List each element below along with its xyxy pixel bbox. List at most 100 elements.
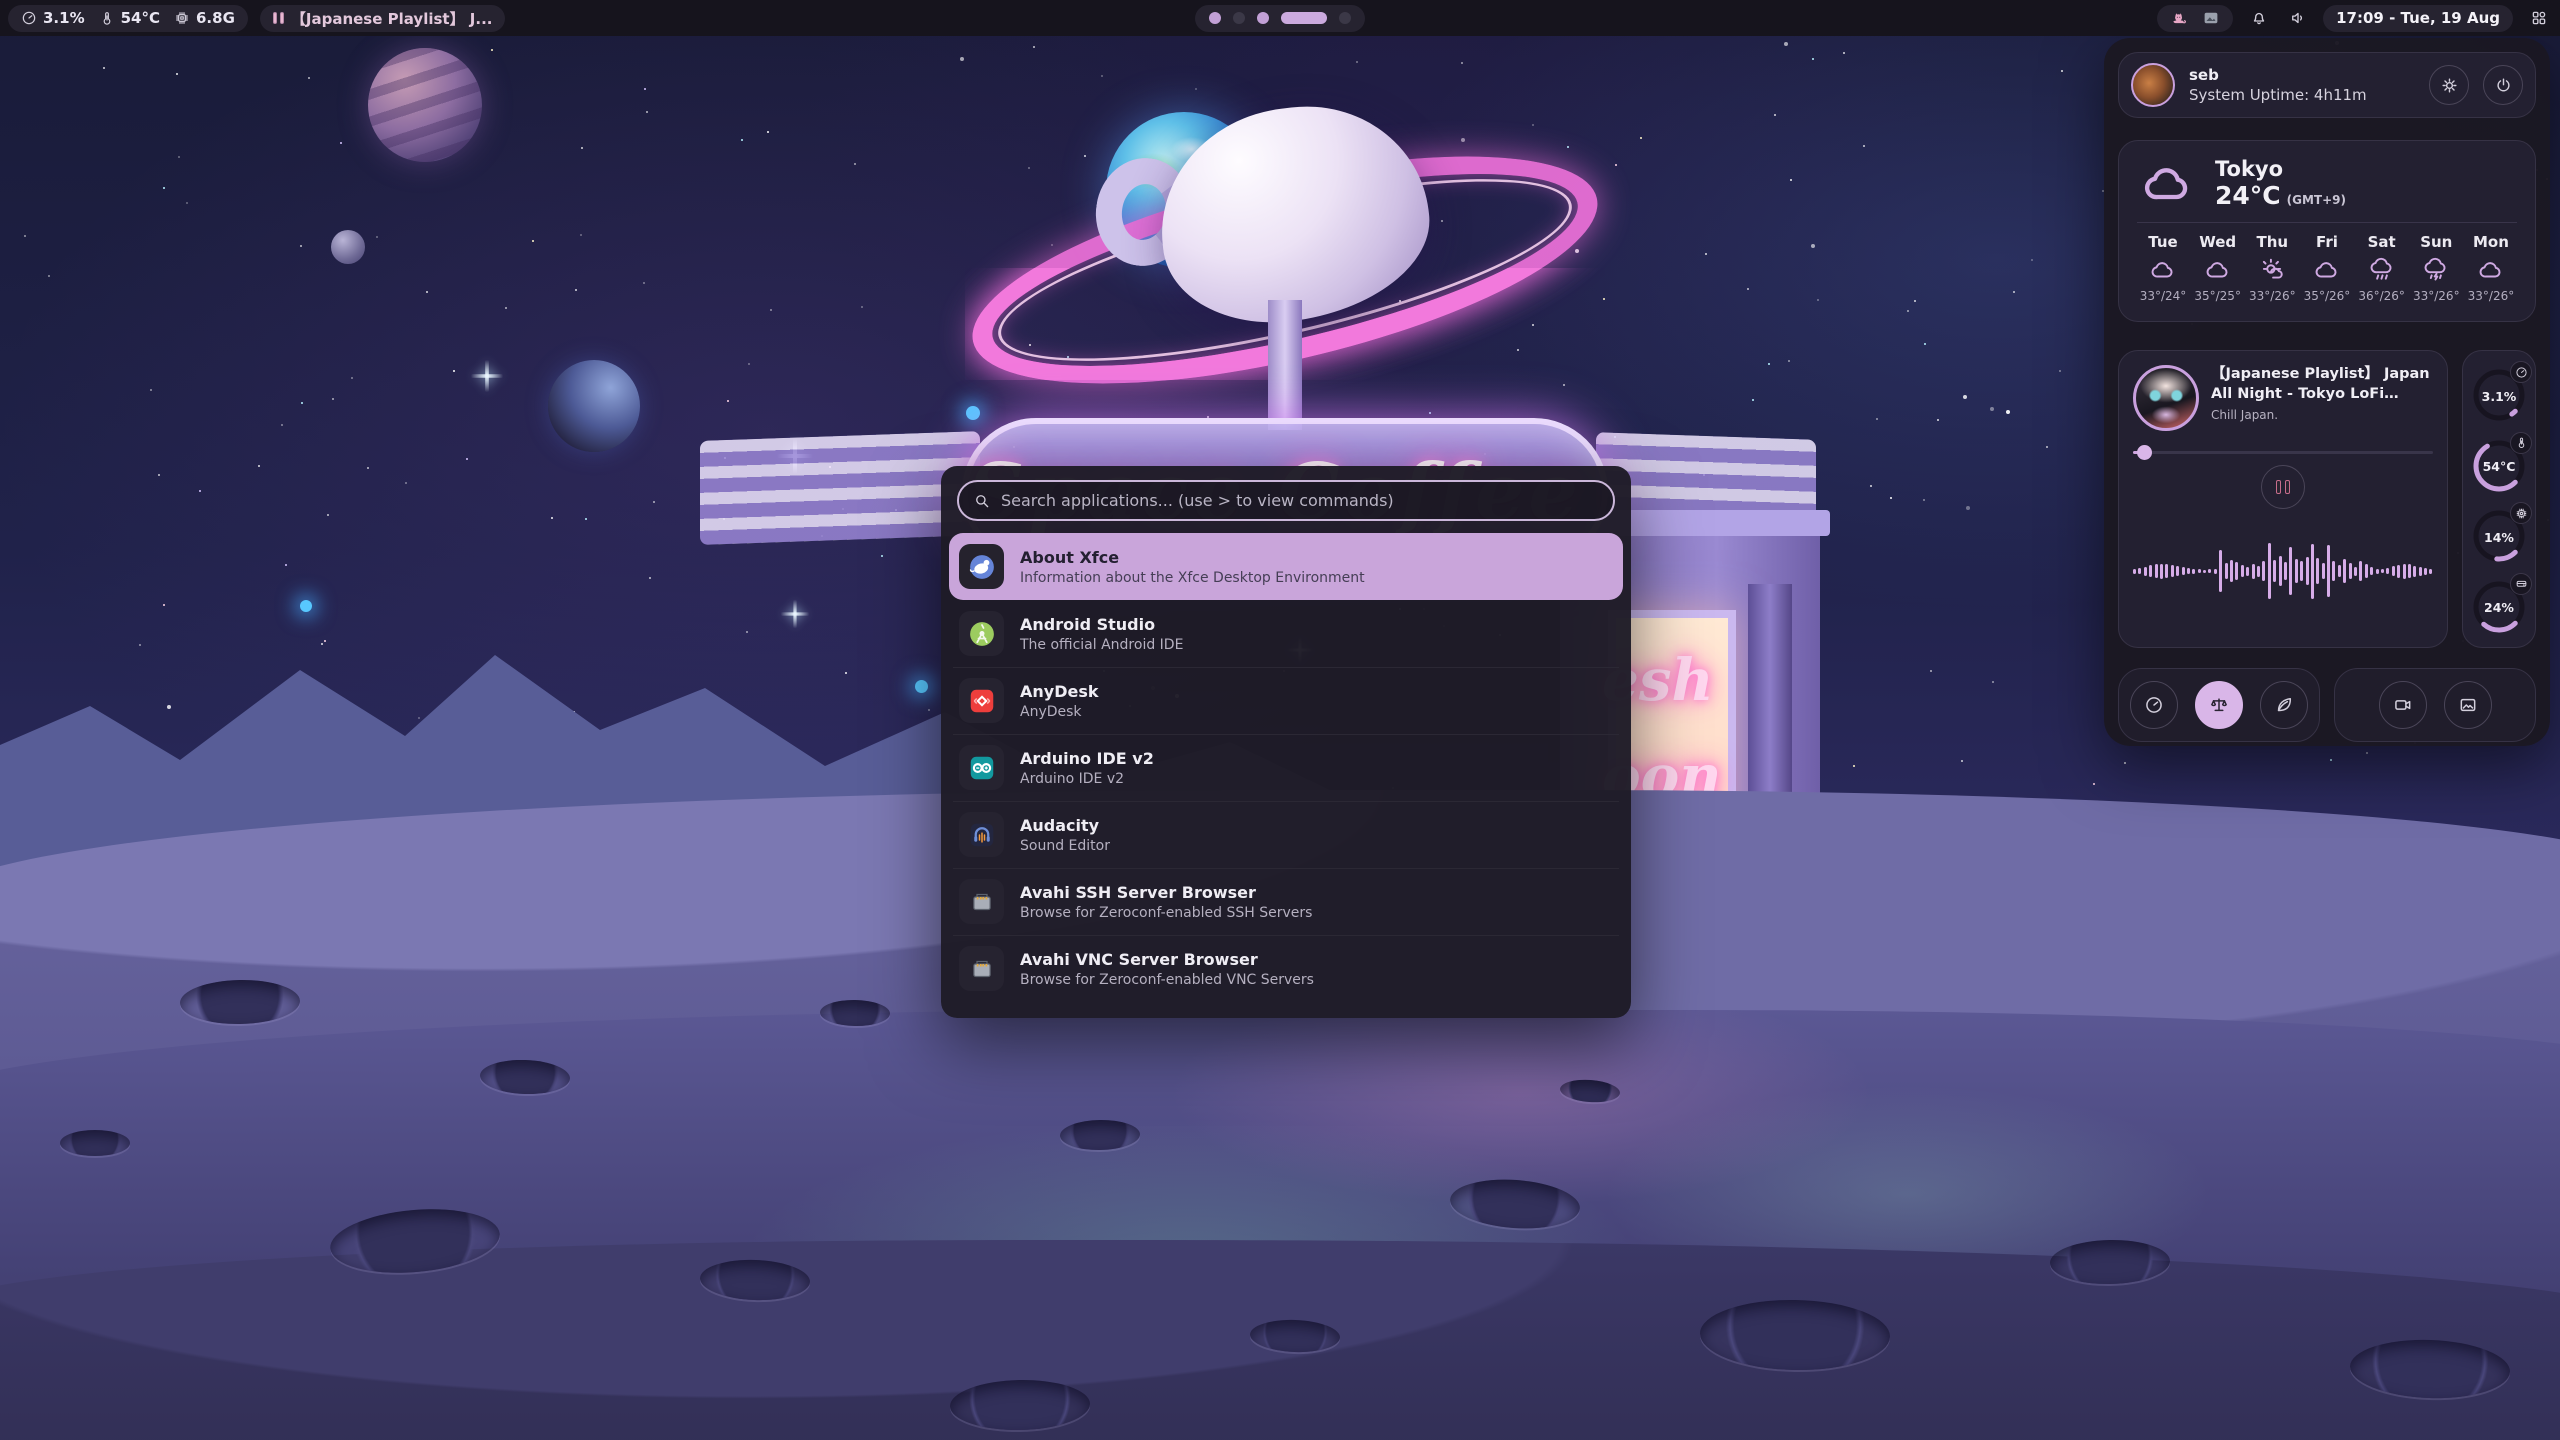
tray-cat-icon[interactable]: [2170, 9, 2188, 27]
cloud-icon: [2150, 257, 2176, 283]
avatar[interactable]: [2131, 63, 2175, 107]
cloud-icon: [2137, 158, 2199, 210]
thermometer-icon: [2515, 436, 2528, 449]
workspace-dot[interactable]: [1281, 12, 1327, 24]
android-studio-icon: [959, 611, 1004, 656]
glow-star: [915, 680, 928, 693]
power-icon: [2494, 76, 2513, 95]
gauge-icon: [2144, 695, 2164, 715]
list-item-about-xfce[interactable]: About Xfce Information about the Xfce De…: [949, 533, 1623, 600]
xfce-mouse-icon: [959, 544, 1004, 589]
list-item-audacity[interactable]: Audacity Sound Editor: [949, 801, 1623, 868]
app-title: Android Studio: [1020, 615, 1183, 634]
app-title: AnyDesk: [1020, 682, 1099, 701]
clock-pill[interactable]: 17:09 - Tue, 19 Aug: [2323, 5, 2513, 32]
capture-group: [2334, 668, 2536, 742]
now-playing-pill[interactable]: 【Japanese Playlist】 J...: [260, 5, 506, 32]
workspace-dot[interactable]: [1257, 12, 1269, 24]
player-progress-knob[interactable]: [2137, 445, 2152, 460]
search-icon: [973, 492, 991, 510]
workspace-dot[interactable]: [1339, 12, 1351, 24]
day-temps: 33°/24°: [2140, 289, 2187, 303]
profile-balanced-button[interactable]: [2195, 681, 2243, 729]
app-subtitle: Sound Editor: [1020, 838, 1110, 854]
play-pause-button[interactable]: [2261, 465, 2305, 509]
chip-icon: [2515, 507, 2528, 520]
network-port-icon: [959, 879, 1004, 924]
profile-powersaver-button[interactable]: [2260, 681, 2308, 729]
player-progress[interactable]: [2133, 445, 2433, 459]
tray-image-icon[interactable]: [2202, 9, 2220, 27]
screen-record-button[interactable]: [2379, 681, 2427, 729]
day-name: Sun: [2420, 233, 2452, 251]
temp-stat: 54°C: [99, 9, 160, 27]
music-player-card: 【Japanese Playlist】 Japan All Night - To…: [2118, 350, 2448, 648]
volume-button[interactable]: [2284, 5, 2311, 32]
awning-left: [700, 431, 980, 545]
pause-icon: [273, 12, 284, 24]
purple-planet: [368, 48, 482, 162]
gauge-icon: [21, 10, 37, 26]
day-temps: 36°/26°: [2358, 289, 2405, 303]
cpu-gauge: 3.1%: [2470, 361, 2528, 425]
list-item-avahi-vnc[interactable]: Avahi VNC Server Browser Browse for Zero…: [949, 935, 1623, 1002]
arduino-icon: [959, 745, 1004, 790]
scales-icon: [2209, 695, 2229, 715]
app-subtitle: AnyDesk: [1020, 704, 1099, 720]
workspace-indicator[interactable]: [1195, 5, 1365, 32]
forecast-row: Tue 33°/24° Wed 35°/25° Thu 33°/26° Fri …: [2137, 233, 2517, 303]
gear-icon: [2440, 76, 2459, 95]
cloud-thunder-icon: [2423, 257, 2449, 283]
memory-stat: 6.8G: [174, 9, 235, 27]
day-temps: 33°/26°: [2468, 289, 2515, 303]
tray-pill: [2157, 5, 2233, 32]
search-input[interactable]: [1001, 491, 1599, 510]
list-item-avahi-ssh[interactable]: Avahi SSH Server Browser Browse for Zero…: [949, 868, 1623, 935]
workspace-dot[interactable]: [1209, 12, 1221, 24]
audio-visualizer: [2133, 519, 2433, 623]
forecast-day: Sun 33°/26°: [2410, 233, 2462, 303]
cloud-icon: [2478, 257, 2504, 283]
app-title: About Xfce: [1020, 548, 1365, 567]
power-profile-group: [2118, 668, 2320, 742]
image-icon: [2458, 695, 2478, 715]
weather-timezone: (GMT+9): [2287, 193, 2346, 207]
list-item-android-studio[interactable]: Android Studio The official Android IDE: [949, 600, 1623, 667]
cpu-value: 3.1%: [43, 9, 85, 27]
cloud-icon: [2205, 257, 2231, 283]
small-moon: [331, 230, 365, 264]
forecast-day: Wed 35°/25°: [2192, 233, 2244, 303]
glow-star: [966, 406, 980, 420]
sparkle-star: [793, 600, 796, 629]
app-subtitle: Browse for Zeroconf-enabled SSH Servers: [1020, 905, 1312, 921]
weather-card: Tokyo 24°C (GMT+9) Tue 33°/24° Wed 35°/2…: [2118, 140, 2536, 322]
now-playing-label: 【Japanese Playlist】 J...: [291, 8, 493, 29]
app-subtitle: Information about the Xfce Desktop Envir…: [1020, 570, 1365, 586]
system-stats-pill[interactable]: 3.1% 54°C 6.8G: [8, 5, 248, 32]
search-box[interactable]: [957, 480, 1615, 521]
settings-button[interactable]: [2429, 65, 2469, 105]
gauge-icon: [2515, 366, 2528, 379]
speaker-icon: [2289, 9, 2307, 27]
list-item-anydesk[interactable]: AnyDesk AnyDesk: [949, 667, 1623, 734]
day-temps: 35°/26°: [2304, 289, 2351, 303]
track-title: 【Japanese Playlist】 Japan All Night - To…: [2211, 365, 2433, 404]
screenshot-button[interactable]: [2444, 681, 2492, 729]
cpu-stat: 3.1%: [21, 9, 85, 27]
memory-value: 6.8G: [196, 9, 235, 27]
dashboard-button[interactable]: [2525, 5, 2552, 32]
forecast-day: Thu 33°/26°: [2246, 233, 2298, 303]
temperature-gauge: 54°C: [2470, 432, 2528, 496]
thermometer-icon: [99, 10, 115, 26]
workspace-dot[interactable]: [1233, 12, 1245, 24]
sparkle-star: [485, 360, 489, 392]
video-camera-icon: [2393, 695, 2413, 715]
app-title: Avahi VNC Server Browser: [1020, 950, 1314, 969]
power-button[interactable]: [2483, 65, 2523, 105]
bell-icon: [2250, 9, 2268, 27]
notifications-button[interactable]: [2245, 5, 2272, 32]
user-card: seb System Uptime: 4h11m: [2118, 52, 2536, 118]
list-item-arduino-ide[interactable]: Arduino IDE v2 Arduino IDE v2: [949, 734, 1623, 801]
profile-performance-button[interactable]: [2130, 681, 2178, 729]
disk-icon: [2515, 577, 2528, 590]
